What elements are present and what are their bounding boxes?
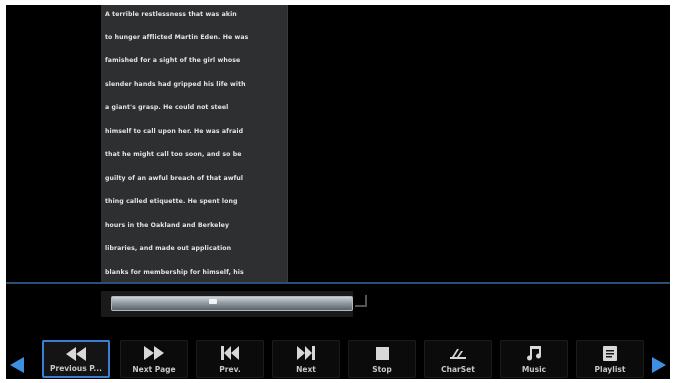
stop-icon [349,345,415,361]
text-line: slender hands had gripped his life with [105,81,246,88]
charset-button[interactable]: CharSet [424,340,492,378]
progress-track[interactable] [111,296,353,311]
control-label: Next [296,365,316,374]
text-line: A terrible restlessness that was akin [105,11,237,18]
control-label: Stop [372,365,392,374]
progress-handle[interactable] [209,299,217,304]
text-line: that he might call too soon, and so be [105,151,242,158]
control-bar: Previous P... Next Page Prev. Next Stop [6,333,670,379]
control-label: CharSet [441,365,475,374]
control-label: Playlist [594,365,626,374]
text-line: guilty of an awful breach of that awful [105,175,244,182]
playlist-icon [577,345,643,361]
stop-button[interactable]: Stop [348,340,416,378]
media-player-screen: A terrible restlessness that was akin to… [6,5,670,379]
control-label: Previous P... [50,364,102,373]
music-note-icon [501,345,567,361]
playlist-button[interactable]: Playlist [576,340,644,378]
control-label: Next Page [132,365,176,374]
scroll-left-arrow-icon[interactable] [10,357,24,373]
skip-next-icon [273,345,339,361]
text-line: a giant's grasp. He could not steel [105,104,229,111]
progress-end-marker [355,295,367,307]
text-line: thing called etiquette. He spent long [105,198,238,205]
text-line: himself to call upon her. He was afraid [105,128,244,135]
control-label: Prev. [219,365,241,374]
scroll-right-arrow-icon[interactable] [652,357,666,373]
text-line: famished for a sight of the girl whose [105,57,241,64]
skip-previous-icon [197,345,263,361]
next-page-button[interactable]: Next Page [120,340,188,378]
control-label: Music [521,365,547,374]
text-line: hours in the Oakland and Berkeley [105,222,230,229]
page-progress-bar[interactable] [101,291,353,317]
charset-icon [425,345,491,361]
prev-button[interactable]: Prev. [196,340,264,378]
rewind-icon [44,346,108,362]
text-line: blanks for membership for himself, his [105,269,244,276]
next-button[interactable]: Next [272,340,340,378]
fast-forward-icon [121,345,187,361]
music-button[interactable]: Music [500,340,568,378]
text-line: libraries, and made out application [105,245,232,252]
text-reader-panel: A terrible restlessness that was akin to… [101,5,288,287]
text-line: to hunger afflicted Martin Eden. He was [105,34,249,41]
previous-page-button[interactable]: Previous P... [42,340,110,378]
